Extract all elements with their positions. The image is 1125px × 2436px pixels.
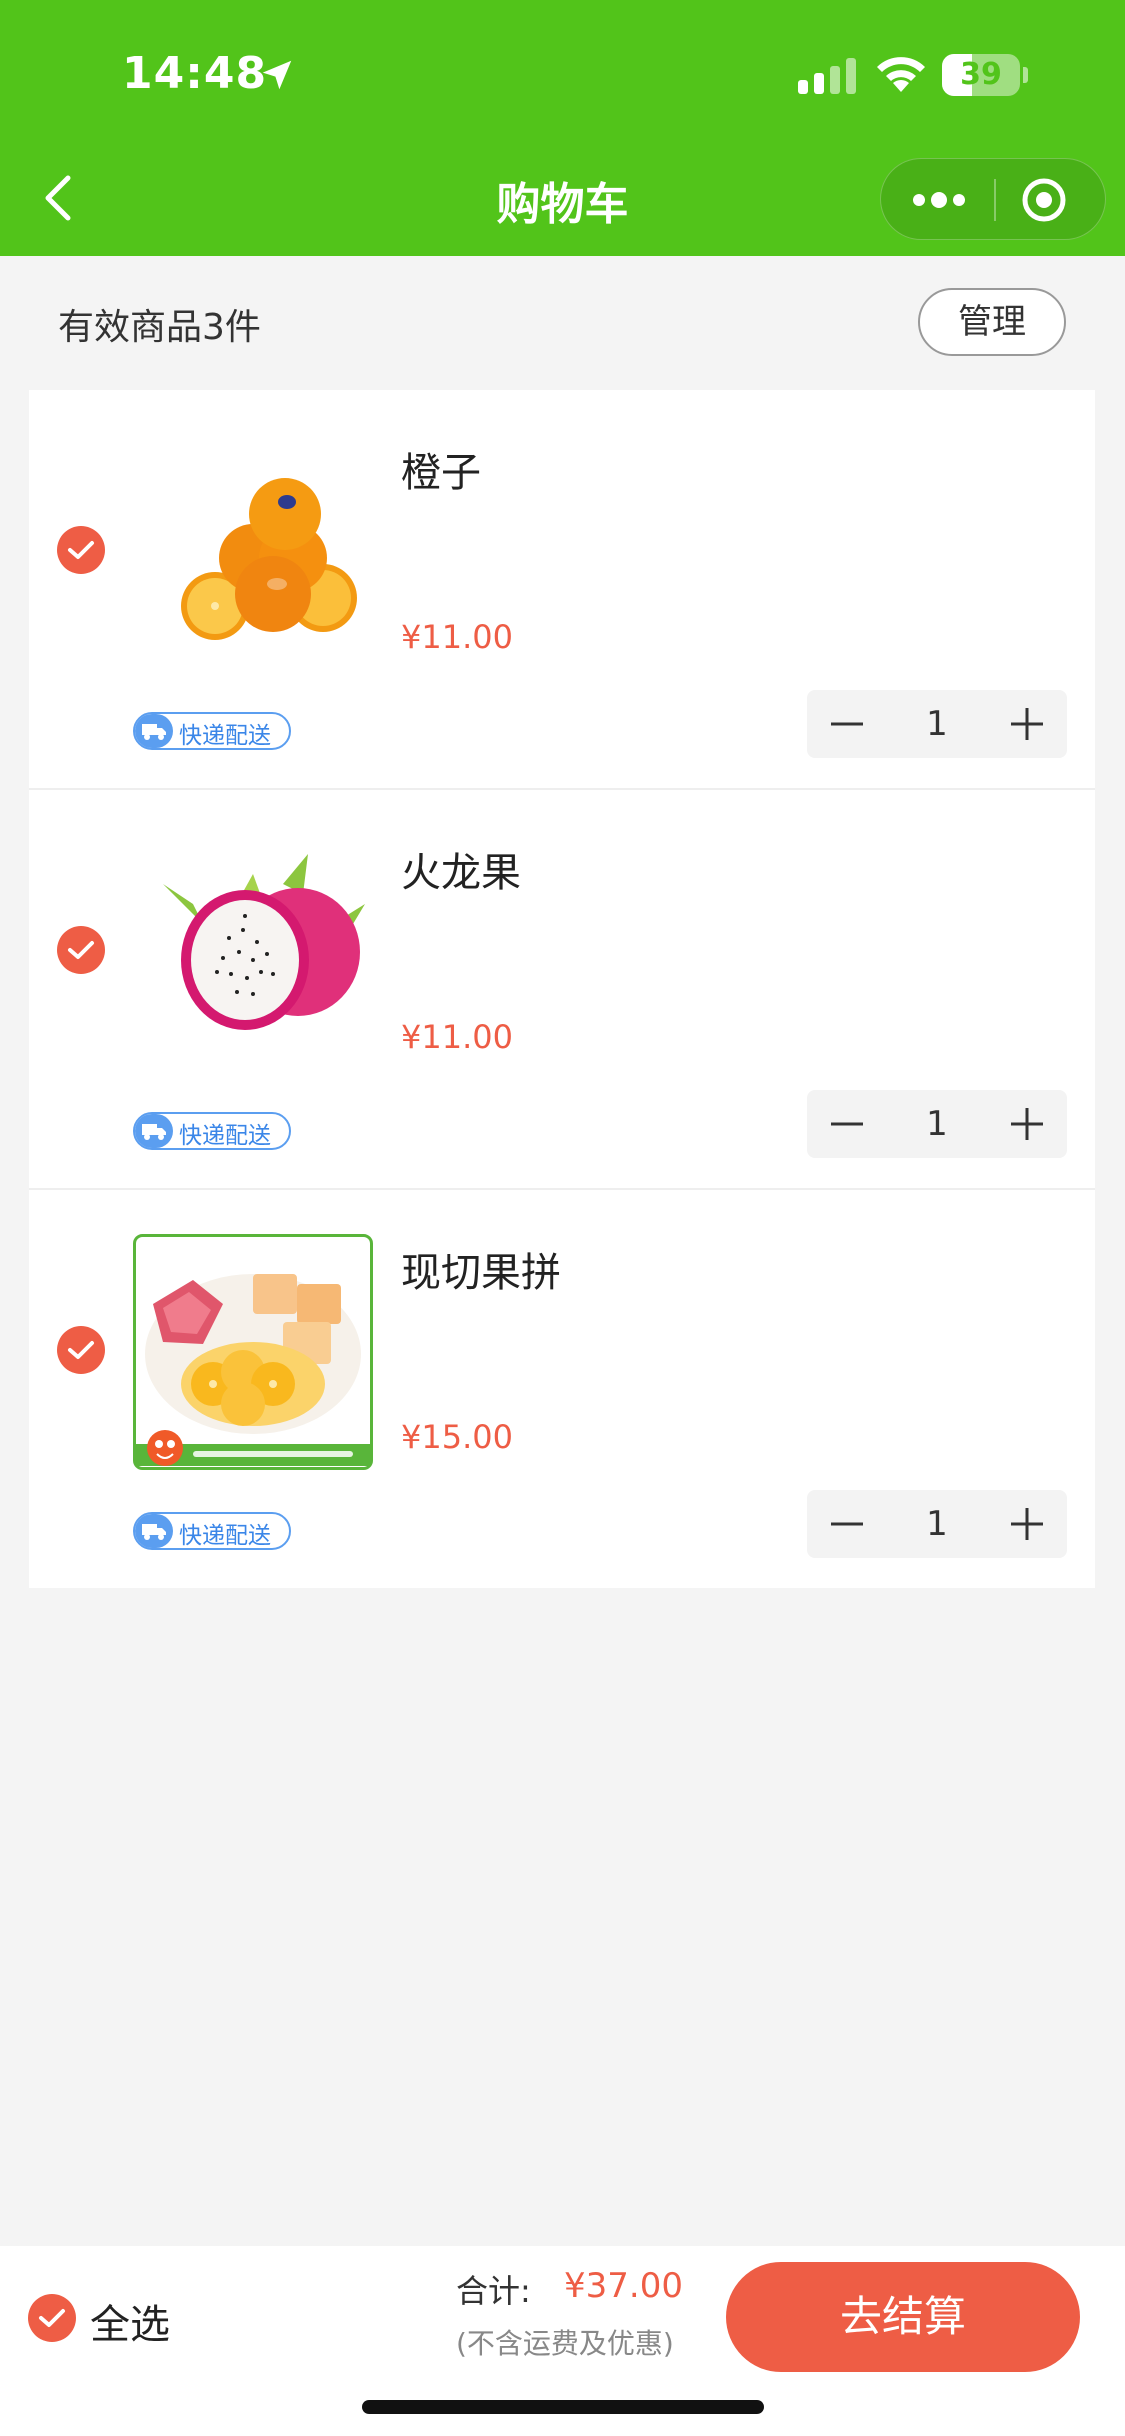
item-price: ¥11.00: [401, 618, 513, 656]
truck-icon: [142, 724, 166, 740]
increase-button[interactable]: [987, 1490, 1067, 1558]
total-label: 合计:: [456, 2272, 531, 2310]
minus-icon: [831, 722, 863, 726]
decrease-button[interactable]: [807, 1090, 887, 1158]
minus-icon: [831, 1522, 863, 1526]
status-time: 14:48: [122, 48, 268, 99]
plus-icon: [1011, 708, 1043, 740]
plus-icon: [1011, 1108, 1043, 1140]
plus-icon: [1011, 1508, 1043, 1540]
item-checkbox[interactable]: [57, 1326, 105, 1374]
item-price: ¥15.00: [401, 1418, 513, 1456]
cellular-signal-icon: [798, 58, 856, 94]
wifi-icon: [877, 57, 925, 92]
home-indicator[interactable]: [362, 2400, 764, 2414]
fruit-platter-image: [133, 1234, 373, 1470]
product-image-oranges[interactable]: [133, 434, 373, 670]
product-image-dragon-fruit[interactable]: [133, 834, 373, 1070]
quantity-value[interactable]: 1: [887, 1490, 987, 1558]
quantity-stepper: 1: [807, 1490, 1067, 1558]
item-checkbox[interactable]: [57, 926, 105, 974]
cart-list: 橙子 ¥11.00 快递配送 1 火龙果 ¥11.00 快递配送 1 现切果拼 …: [29, 390, 1095, 1588]
quantity-value[interactable]: 1: [887, 690, 987, 758]
delivery-tag: 快递配送: [133, 1112, 291, 1150]
item-price: ¥11.00: [401, 1018, 513, 1056]
select-all-label[interactable]: 全选: [90, 2292, 170, 2350]
cart-item: 火龙果 ¥11.00 快递配送 1: [29, 790, 1095, 1190]
checkmark-icon: [68, 541, 94, 559]
quantity-value[interactable]: 1: [887, 1090, 987, 1158]
item-name[interactable]: 橙子: [401, 440, 481, 498]
battery-icon: 39: [942, 54, 1028, 96]
truck-icon: [142, 1524, 166, 1540]
total-value: ¥37.00: [564, 2266, 683, 2306]
checkmark-icon: [39, 2309, 65, 2327]
total-note: (不含运费及优惠): [456, 2327, 674, 2360]
dragon-fruit-image: [133, 834, 373, 1070]
delivery-tag: 快递配送: [133, 1512, 291, 1550]
capsule-divider: [994, 179, 996, 221]
increase-button[interactable]: [987, 1090, 1067, 1158]
quantity-stepper: 1: [807, 690, 1067, 758]
truck-icon: [142, 1124, 166, 1140]
valid-items-count: 有效商品3件: [58, 307, 261, 348]
delivery-tag-label: 快递配送: [179, 1123, 271, 1149]
decrease-button[interactable]: [807, 1490, 887, 1558]
delivery-tag-label: 快递配送: [179, 723, 271, 749]
cart-item: 橙子 ¥11.00 快递配送 1: [29, 390, 1095, 790]
checkmark-icon: [68, 941, 94, 959]
miniprogram-capsule: [880, 158, 1106, 240]
delivery-tag-label: 快递配送: [179, 1523, 271, 1549]
battery-level: 39: [960, 57, 1002, 92]
item-name[interactable]: 现切果拼: [401, 1240, 561, 1298]
oranges-image: [133, 434, 373, 670]
delivery-tag: 快递配送: [133, 712, 291, 750]
increase-button[interactable]: [987, 690, 1067, 758]
location-arrow-icon: [262, 60, 292, 90]
manage-button[interactable]: 管理: [918, 288, 1066, 356]
cart-item: 现切果拼 ¥15.00 快递配送 1: [29, 1190, 1095, 1588]
more-dots-icon[interactable]: [911, 179, 967, 221]
header: 14:48 39 购物车: [0, 0, 1125, 256]
quantity-stepper: 1: [807, 1090, 1067, 1158]
item-name[interactable]: 火龙果: [401, 840, 521, 898]
status-bar: 14:48 39: [0, 0, 1125, 150]
checkmark-icon: [68, 1341, 94, 1359]
item-checkbox[interactable]: [57, 526, 105, 574]
minus-icon: [831, 1122, 863, 1126]
checkout-button[interactable]: 去结算: [726, 2262, 1080, 2372]
product-image-fruit-platter[interactable]: [133, 1234, 373, 1470]
select-all-checkbox[interactable]: [28, 2294, 76, 2342]
decrease-button[interactable]: [807, 690, 887, 758]
close-miniprogram-icon[interactable]: [1021, 177, 1067, 223]
checkout-bar: 全选 合计: ¥37.00 (不含运费及优惠) 去结算: [0, 2246, 1125, 2436]
